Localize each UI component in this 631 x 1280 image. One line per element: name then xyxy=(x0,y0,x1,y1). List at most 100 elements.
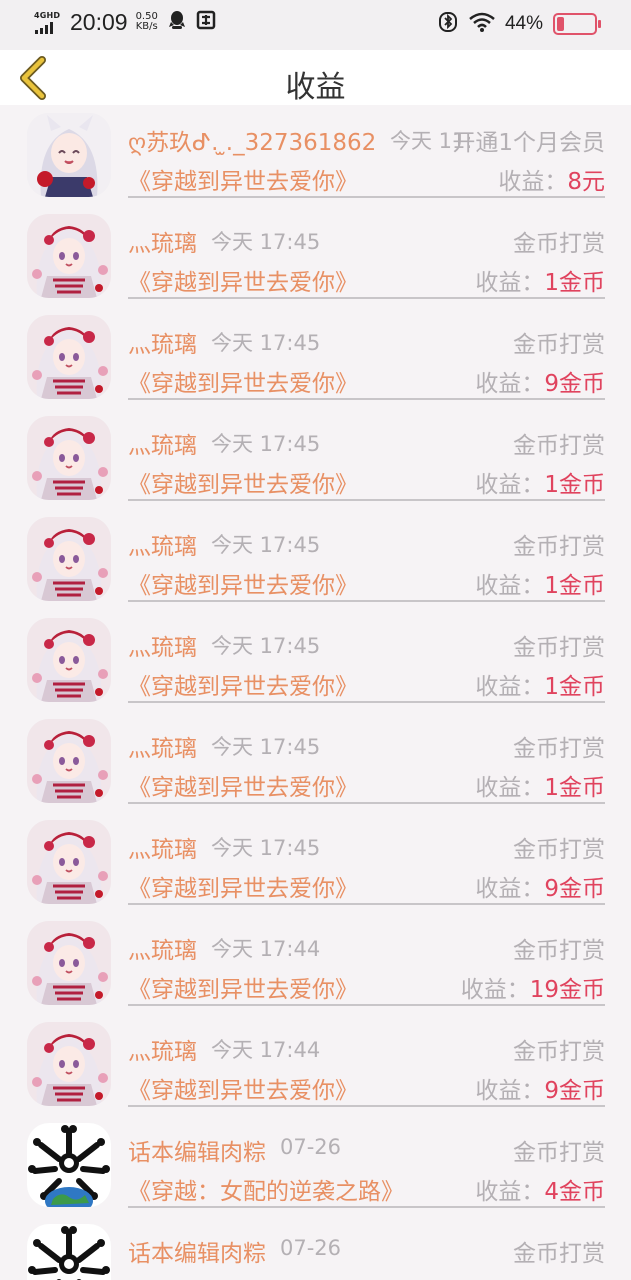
record-time: 今天 17:45 xyxy=(211,836,321,860)
earnings-row[interactable]: 话本编辑肉粽 07-26 金币打赏 《穿越：女配的逆袭之路》 收益：4金币 xyxy=(0,1115,631,1216)
book-title: 《穿越到异世去爱你》 xyxy=(128,1078,358,1104)
avatar[interactable] xyxy=(27,416,111,500)
earnings: 收益：1金币 xyxy=(475,667,605,701)
earnings-label: 收益： xyxy=(475,270,545,296)
earnings: 收益：9金币 xyxy=(475,869,605,903)
earnings-value: 1金币 xyxy=(544,270,605,296)
user-name: 灬琉璃 xyxy=(128,938,197,964)
earnings: 收益：1金币 xyxy=(475,768,605,802)
qq-icon xyxy=(168,10,186,35)
bluetooth-icon xyxy=(437,11,459,37)
avatar[interactable] xyxy=(27,113,111,197)
user-name: 灬琉璃 xyxy=(128,332,197,358)
avatar[interactable] xyxy=(27,1224,111,1280)
earnings-value: 1金币 xyxy=(544,573,605,599)
net-speed: 0.50 KB/s xyxy=(136,12,158,32)
reward-type: 金币打赏 xyxy=(513,736,605,762)
earnings-row[interactable]: 灬琉璃 今天 17:45 金币打赏 《穿越到异世去爱你》 收益：9金币 xyxy=(0,307,631,408)
book-title: 《穿越到异世去爱你》 xyxy=(128,573,358,599)
earnings-label: 收益： xyxy=(475,573,545,599)
earnings-row[interactable]: ღ苏玖ᕷ. ̫._327361862 今天 11: 开通1个月会员 《穿越到异世… xyxy=(0,105,631,206)
user-name: 灬琉璃 xyxy=(128,231,197,257)
avatar[interactable] xyxy=(27,719,111,803)
earnings: 收益：9金币 xyxy=(475,1071,605,1105)
record-time: 今天 17:45 xyxy=(211,432,321,456)
earnings-row[interactable]: 灬琉璃 今天 17:44 金币打赏 《穿越到异世去爱你》 收益：19金币 xyxy=(0,913,631,1014)
reward-type: 金币打赏 xyxy=(513,1241,605,1267)
earnings-label: 收益： xyxy=(475,371,545,397)
avatar[interactable] xyxy=(27,820,111,904)
book-title: 《穿越到异世去爱你》 xyxy=(128,371,358,397)
book-title: 《穿越到异世去爱你》 xyxy=(128,674,358,700)
earnings-row[interactable]: 灬琉璃 今天 17:45 金币打赏 《穿越到异世去爱你》 收益：1金币 xyxy=(0,408,631,509)
avatar[interactable] xyxy=(27,618,111,702)
reward-type: 金币打赏 xyxy=(513,231,605,257)
book-title: 《穿越到异世去爱你》 xyxy=(128,977,358,1003)
book-title: 《穿越：女配的逆袭之路》 xyxy=(128,1179,404,1205)
earnings-row[interactable]: 话本编辑肉粽 07-26 金币打赏 《穿越到异世去爱你》 收益：24金币 xyxy=(0,1216,631,1280)
earnings-row-content: 灬琉璃 今天 17:45 金币打赏 《穿越到异世去爱你》 收益：1金币 xyxy=(128,711,605,804)
avatar[interactable] xyxy=(27,315,111,399)
reward-type: 金币打赏 xyxy=(513,534,605,560)
earnings: 收益：9金币 xyxy=(475,364,605,398)
anime-avatar-icon xyxy=(27,618,111,702)
earnings-row-content: 灬琉璃 今天 17:45 金币打赏 《穿越到异世去爱你》 收益：9金币 xyxy=(128,812,605,905)
earnings: 收益：1金币 xyxy=(475,566,605,600)
earnings-row[interactable]: 灬琉璃 今天 17:45 金币打赏 《穿越到异世去爱你》 收益：9金币 xyxy=(0,812,631,913)
earnings-value: 1金币 xyxy=(544,674,605,700)
user-name: 灬琉璃 xyxy=(128,433,197,459)
signal-icon: 4GHD xyxy=(34,8,64,36)
earnings: 收益：8元 xyxy=(498,162,605,196)
reward-type: 金币打赏 xyxy=(513,1039,605,1065)
avatar[interactable] xyxy=(27,921,111,1005)
earnings-label: 收益： xyxy=(475,1179,545,1205)
earnings-row[interactable]: 灬琉璃 今天 17:45 金币打赏 《穿越到异世去爱你》 收益：1金币 xyxy=(0,610,631,711)
anime-avatar-icon xyxy=(27,113,111,197)
net-speed-unit: KB/s xyxy=(135,21,158,32)
record-time: 今天 17:44 xyxy=(211,937,321,961)
book-title: 《穿越到异世去爱你》 xyxy=(128,775,358,801)
reward-type: 金币打赏 xyxy=(513,938,605,964)
anime-avatar-icon xyxy=(27,416,111,500)
anime-avatar-icon xyxy=(27,517,111,601)
book-title: 《穿越到异世去爱你》 xyxy=(128,1273,358,1280)
earnings-row-content: 灬琉璃 今天 17:44 金币打赏 《穿越到异世去爱你》 收益：9金币 xyxy=(128,1014,605,1107)
app-header: 收益 xyxy=(0,50,631,105)
avatar[interactable] xyxy=(27,1123,111,1207)
earnings-label: 收益： xyxy=(475,674,545,700)
earth-avatar-icon xyxy=(27,1224,111,1280)
battery-icon xyxy=(553,13,601,35)
earnings-row[interactable]: 灬琉璃 今天 17:45 金币打赏 《穿越到异世去爱你》 收益：1金币 xyxy=(0,509,631,610)
avatar[interactable] xyxy=(27,214,111,298)
page-title: 收益 xyxy=(285,70,346,105)
earnings-value: 9金币 xyxy=(544,371,605,397)
battery-percent: 44% xyxy=(504,13,543,34)
anime-avatar-icon xyxy=(27,315,111,399)
anime-avatar-icon xyxy=(27,214,111,298)
book-title: 《穿越到异世去爱你》 xyxy=(128,270,358,296)
book-title: 《穿越到异世去爱你》 xyxy=(128,472,358,498)
avatar[interactable] xyxy=(27,517,111,601)
app-notification-icon xyxy=(196,10,216,35)
earnings-row[interactable]: 灬琉璃 今天 17:44 金币打赏 《穿越到异世去爱你》 收益：9金币 xyxy=(0,1014,631,1115)
earnings-row-content: 灬琉璃 今天 17:44 金币打赏 《穿越到异世去爱你》 收益：19金币 xyxy=(128,913,605,1006)
earnings: 收益：24金币 xyxy=(461,1273,605,1280)
avatar[interactable] xyxy=(27,1022,111,1106)
record-time: 今天 17:45 xyxy=(211,634,321,658)
earnings-row-content: 灬琉璃 今天 17:45 金币打赏 《穿越到异世去爱你》 收益：1金币 xyxy=(128,206,605,299)
earnings-label: 收益： xyxy=(460,977,530,1003)
status-right: 44% xyxy=(437,11,601,37)
user-name: ღ苏玖ᕷ. ̫._327361862 xyxy=(128,130,377,156)
reward-type: 金币打赏 xyxy=(513,1140,605,1166)
earnings-list: ღ苏玖ᕷ. ̫._327361862 今天 11: 开通1个月会员 《穿越到异世… xyxy=(0,105,631,1280)
earnings-value: 1金币 xyxy=(544,775,605,801)
user-name: 灬琉璃 xyxy=(128,1039,197,1065)
earnings-row[interactable]: 灬琉璃 今天 17:45 金币打赏 《穿越到异世去爱你》 收益：1金币 xyxy=(0,711,631,812)
user-name: 灬琉璃 xyxy=(128,736,197,762)
status-bar: 4GHD 20:09 0.50 KB/s 44% xyxy=(0,0,631,50)
earnings-value: 8元 xyxy=(567,169,605,195)
reward-type: 金币打赏 xyxy=(513,837,605,863)
earnings-row[interactable]: 灬琉璃 今天 17:45 金币打赏 《穿越到异世去爱你》 收益：1金币 xyxy=(0,206,631,307)
record-time: 07-26 xyxy=(280,1236,342,1260)
earnings-label: 收益： xyxy=(498,169,568,195)
